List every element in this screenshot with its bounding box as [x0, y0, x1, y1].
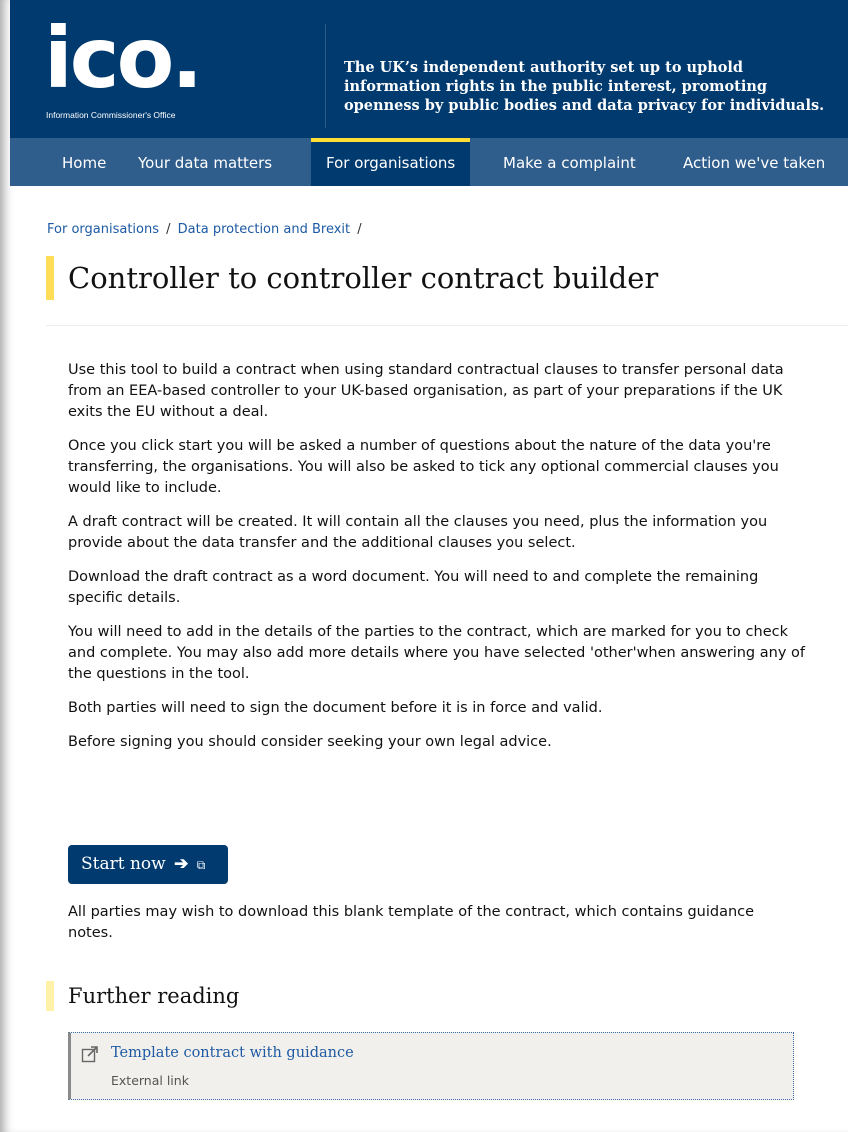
intro-paragraph: Download the draft contract as a word do…	[68, 569, 759, 606]
start-now-label: Start now	[81, 854, 166, 874]
logo-wordmark: ico.	[44, 9, 203, 107]
intro-paragraph: Both parties will need to sign the docum…	[68, 700, 603, 716]
nav-your-data-matters[interactable]: Your data matters	[123, 138, 287, 186]
header-divider	[325, 24, 326, 128]
header-tagline: The UK’s independent authority set up to…	[344, 59, 825, 114]
nav-action-we-have-taken[interactable]: Action we've taken	[668, 138, 840, 186]
title-divider	[46, 325, 848, 326]
ico-logo[interactable]: ico. Information Commissioner's Office	[44, 9, 264, 124]
intro-content: Use this tool to build a contract when u…	[68, 360, 808, 766]
logo-subtitle: Information Commissioner's Office	[46, 110, 176, 120]
site-header: ico. Information Commissioner's Office T…	[10, 0, 848, 138]
title-accent-bar	[46, 256, 54, 300]
intro-paragraph: You will need to add in the details of t…	[68, 624, 805, 682]
intro-paragraph: Use this tool to build a contract when u…	[68, 362, 784, 420]
template-note: All parties may wish to download this bl…	[68, 904, 755, 941]
breadcrumb-separator: /	[166, 222, 171, 237]
intro-paragraph: A draft contract will be created. It wil…	[68, 514, 768, 551]
arrow-right-icon: ➔	[174, 854, 189, 874]
further-reading-heading: Further reading	[68, 984, 240, 1008]
nav-home[interactable]: Home	[47, 138, 121, 186]
breadcrumb-separator: /	[357, 222, 362, 237]
breadcrumb-for-organisations[interactable]: For organisations	[47, 222, 159, 237]
main-nav: Home Your data matters For organisations…	[10, 138, 848, 186]
external-link-icon: ⧉	[196, 858, 206, 872]
template-contract-link[interactable]: Template contract with guidance	[111, 1045, 354, 1061]
page-title: Controller to controller contract builde…	[68, 261, 659, 295]
nav-make-a-complaint[interactable]: Make a complaint	[488, 138, 651, 186]
breadcrumb-data-protection-brexit[interactable]: Data protection and Brexit	[178, 222, 350, 237]
external-link-label: External link	[111, 1073, 189, 1088]
intro-paragraph: Before signing you should consider seeki…	[68, 734, 552, 750]
breadcrumb: For organisations / Data protection and …	[47, 222, 365, 237]
nav-for-organisations[interactable]: For organisations	[311, 138, 471, 186]
further-reading-card[interactable]: Template contract with guidance External…	[68, 1032, 794, 1100]
further-reading-accent-bar	[46, 981, 54, 1011]
external-link-icon	[81, 1046, 98, 1063]
start-now-button[interactable]: Start now ➔ ⧉	[68, 845, 228, 884]
intro-paragraph: Once you click start you will be asked a…	[68, 438, 779, 496]
